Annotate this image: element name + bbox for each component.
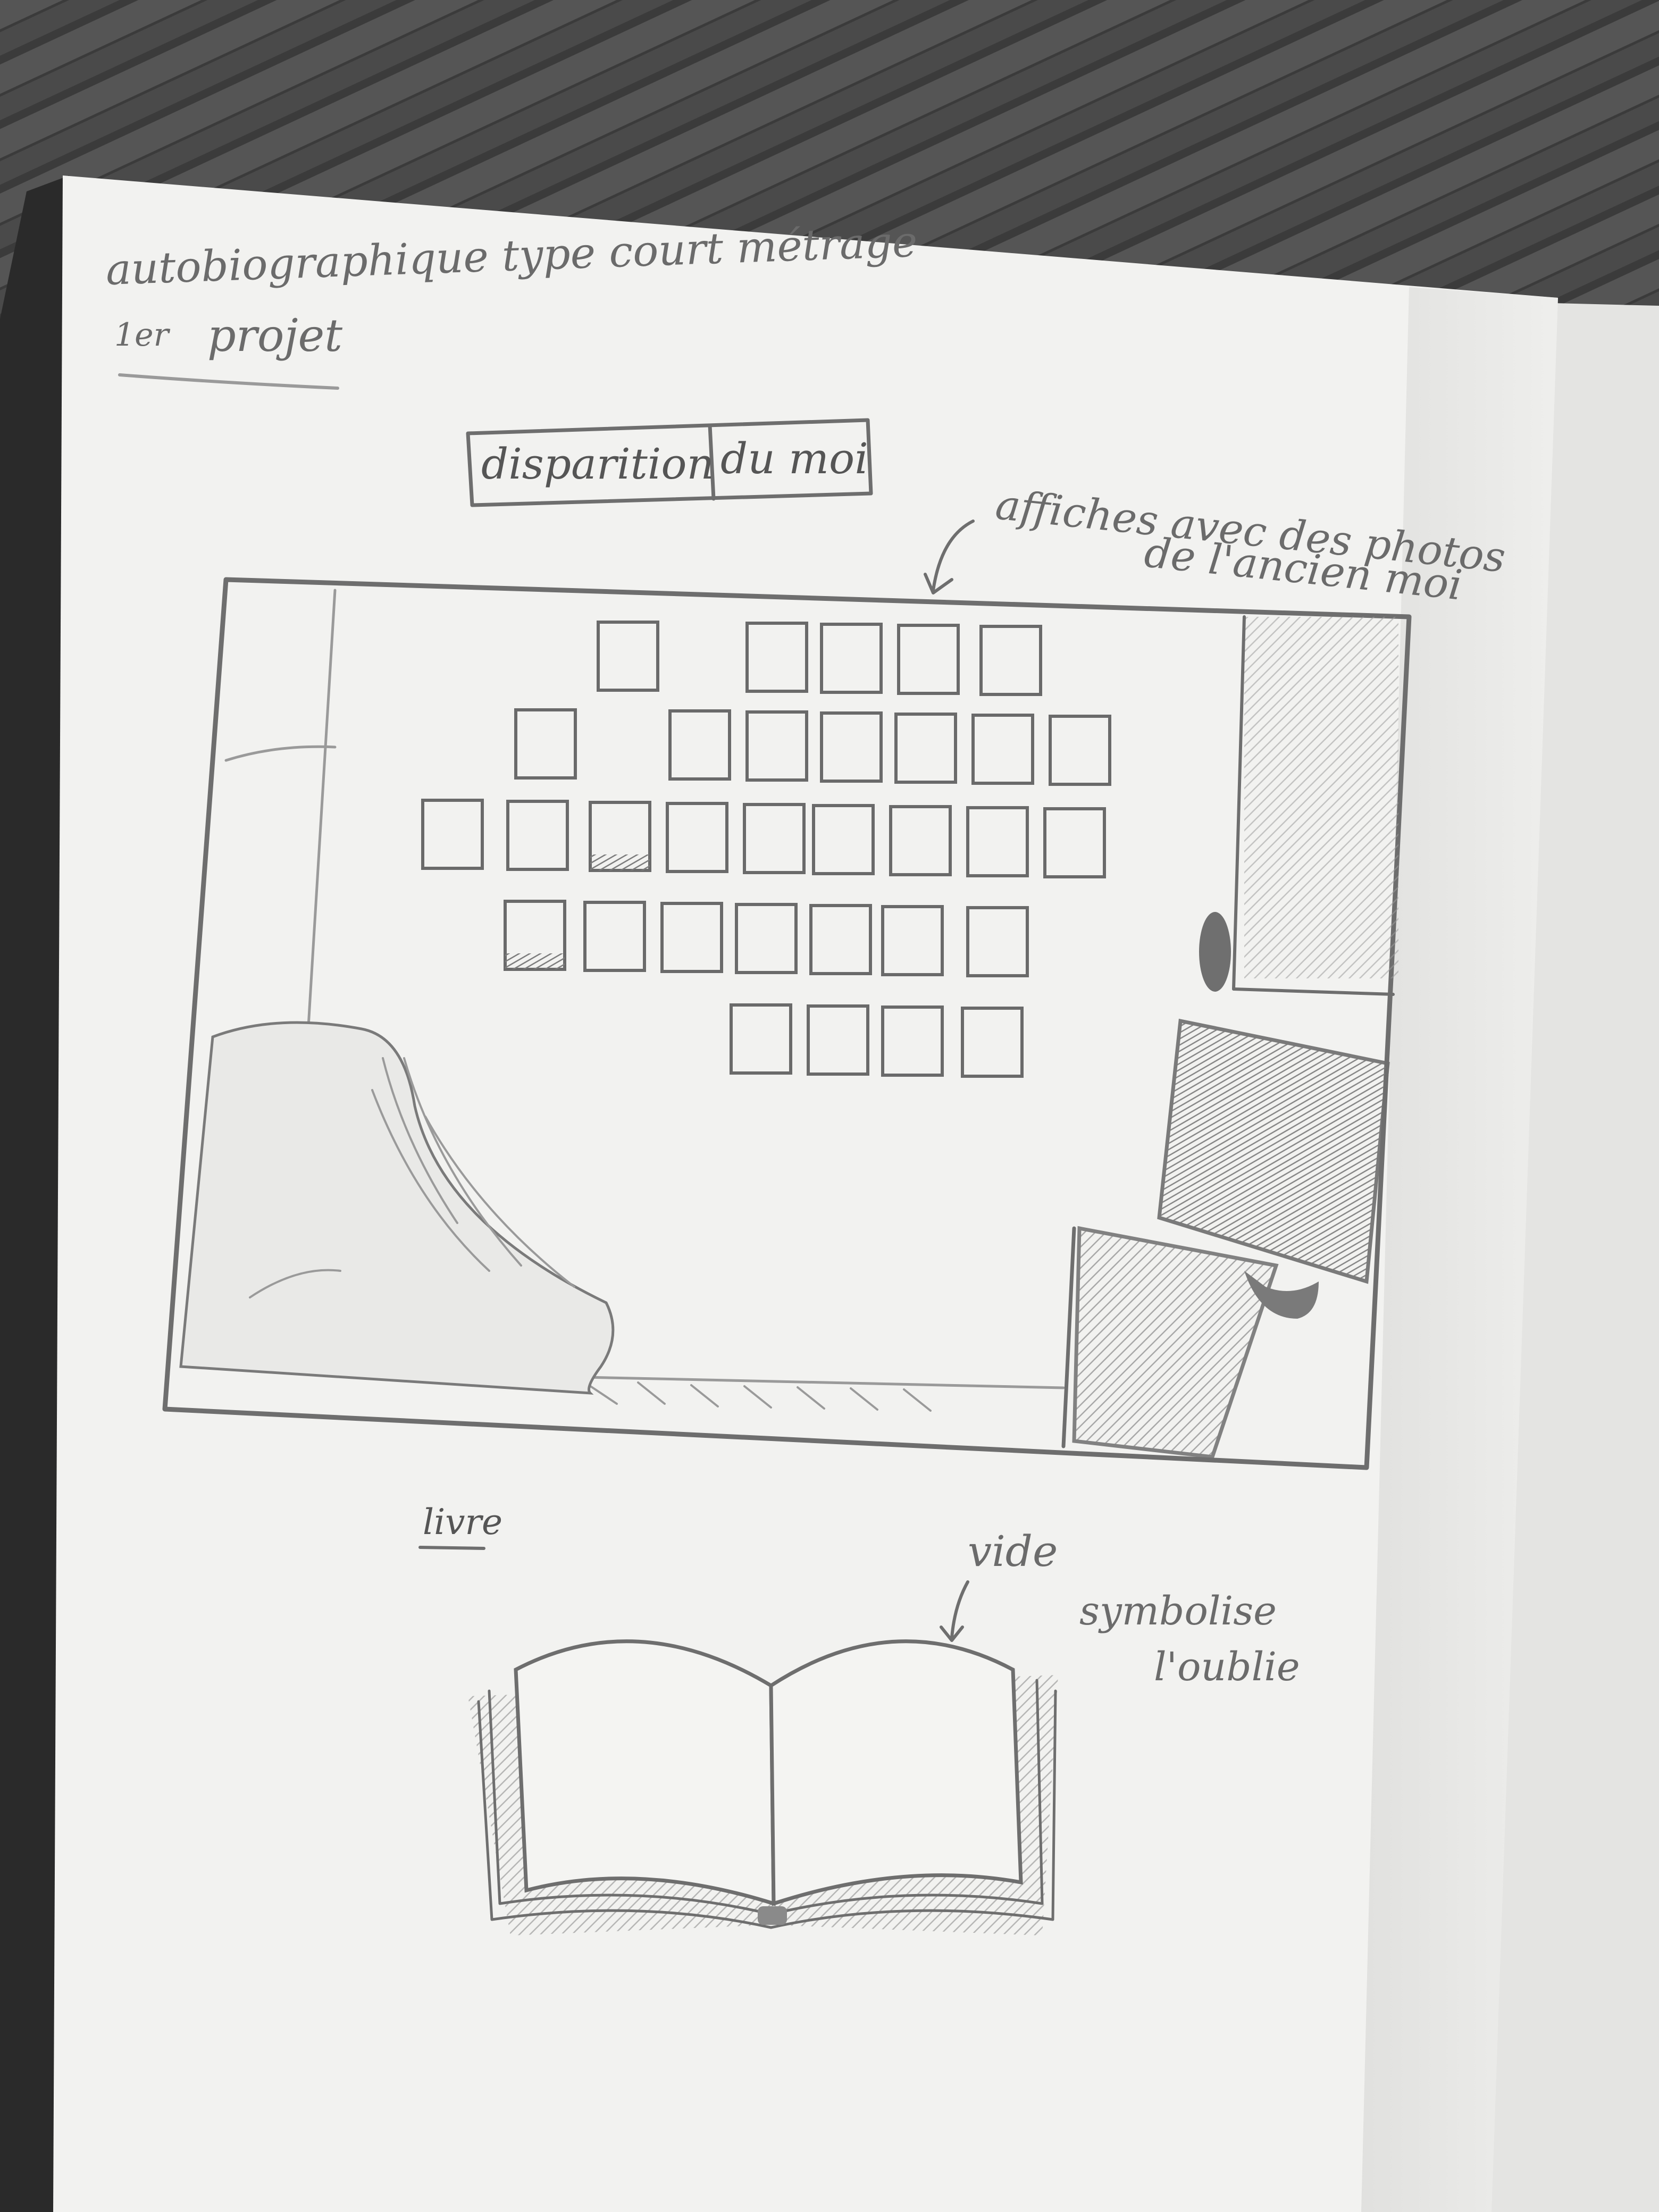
poster-hatching — [505, 953, 565, 969]
title-du-moi: du moi — [720, 434, 868, 483]
title-disparition: disparition — [481, 439, 714, 489]
sketchbook-photo: autobiographique type court métrage 1er … — [0, 0, 1659, 2212]
poster-hatching — [590, 854, 650, 870]
note-symbolise: symbolise — [1079, 1588, 1277, 1634]
poster-frame — [730, 1003, 792, 1075]
poster-frame — [807, 1004, 869, 1076]
poster-frame — [666, 802, 728, 873]
poster-frame — [743, 803, 806, 874]
poster-frame — [881, 1006, 944, 1077]
poster-frame — [1049, 715, 1111, 786]
poster-frame — [971, 714, 1034, 785]
poster-frame — [897, 624, 960, 695]
note-1er: 1er — [114, 316, 171, 354]
poster-frame — [889, 805, 952, 876]
poster-frame — [894, 713, 957, 784]
label-livre: livre — [423, 1502, 502, 1543]
poster-frame — [597, 621, 659, 692]
poster-frame — [966, 906, 1029, 977]
poster-frame — [506, 800, 569, 871]
poster-frame — [979, 625, 1042, 696]
poster-frame — [514, 708, 577, 780]
poster-frame — [1043, 807, 1106, 878]
note-loublie: l'oublie — [1154, 1644, 1300, 1690]
open-book-drawing — [468, 1639, 1058, 1936]
note-vide: vide — [968, 1527, 1058, 1576]
poster-frame — [820, 711, 883, 783]
poster-frame — [735, 903, 798, 974]
poster-frame — [966, 806, 1029, 877]
poster-frame — [961, 1007, 1024, 1078]
poster-frame — [668, 709, 731, 781]
poster-frame — [583, 901, 646, 972]
poster-frame — [421, 799, 484, 870]
poster-frame — [812, 804, 875, 875]
poster-frame — [809, 904, 872, 975]
poster-frame — [820, 623, 883, 694]
poster-frame — [660, 902, 723, 973]
poster-frame — [745, 622, 808, 693]
poster-frame — [881, 905, 944, 976]
poster-frame — [745, 710, 808, 782]
note-projet: projet — [207, 309, 342, 362]
